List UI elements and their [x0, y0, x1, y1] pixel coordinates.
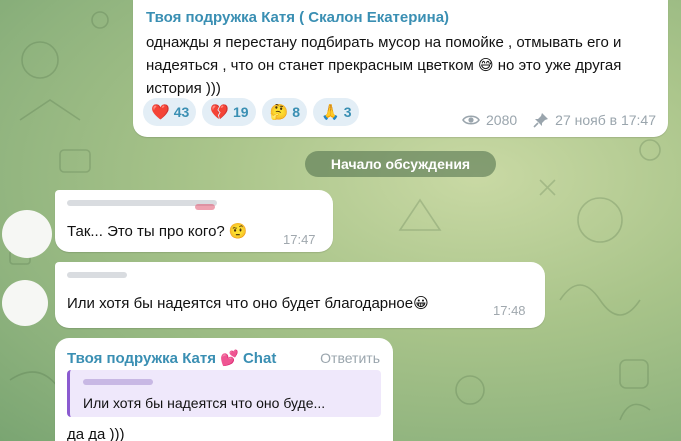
view-count: 2080 [486, 112, 518, 128]
reply-author[interactable]: Твоя подружка Катя 💕 Chat [67, 349, 276, 367]
reaction-folded-hands[interactable]: 🙏 3 [313, 98, 359, 126]
comment-text: Или хотя бы надеятся что оно будет благо… [67, 295, 429, 312]
obscured-author-name [195, 204, 215, 210]
comment-text: Так... Это ты про кого? 🤨 [67, 223, 248, 240]
comment-time: 17:48 [493, 303, 526, 318]
reaction-count: 8 [292, 104, 301, 120]
broken-heart-icon: 💔 [210, 103, 229, 121]
channel-post: Твоя подружка Катя ( Скалон Екатерина) о… [133, 0, 668, 137]
thinking-face-icon: 🤔 [269, 103, 289, 121]
obscured-author-name [67, 272, 127, 278]
reactions-bar: ❤️ 43 💔 19 🤔 8 🙏 3 [143, 98, 359, 126]
post-meta: 2080 27 нояб в 17:47 [462, 112, 656, 128]
folded-hands-icon: 🙏 [321, 103, 340, 121]
post-text: однажды я перестану подбирать мусор на п… [146, 34, 622, 97]
reaction-red-heart[interactable]: ❤️ 43 [143, 98, 197, 126]
red-heart-icon: ❤️ [151, 103, 170, 121]
reaction-broken-heart[interactable]: 💔 19 [202, 98, 256, 126]
reply-button[interactable]: Ответить [320, 350, 380, 366]
avatar[interactable] [2, 210, 52, 258]
reply-text: да да ))) [67, 426, 125, 441]
comment-time: 17:47 [283, 232, 316, 247]
post-date: 27 нояб в 17:47 [555, 112, 656, 128]
comment-bubble: Так... Это ты про кого? 🤨 17:47 [55, 190, 333, 252]
reaction-count: 3 [343, 104, 352, 120]
obscured-quote-author [83, 379, 153, 385]
reply-comment-bubble: Твоя подружка Катя 💕 Chat Ответить Или х… [55, 338, 393, 441]
reaction-count: 19 [232, 104, 249, 120]
quoted-text: Или хотя бы надеятся что оно буде... [83, 395, 326, 411]
comment-bubble: Или хотя бы надеятся что оно будет благо… [55, 262, 545, 328]
pin-icon [533, 113, 549, 128]
avatar[interactable] [2, 280, 48, 326]
reaction-thinking-face[interactable]: 🤔 8 [261, 98, 308, 126]
reaction-count: 43 [173, 104, 190, 120]
eye-icon [462, 115, 480, 125]
quoted-message[interactable]: Или хотя бы надеятся что оно буде... [67, 370, 381, 417]
discussion-start-divider: Начало обсуждения [305, 151, 496, 177]
post-author[interactable]: Твоя подружка Катя ( Скалон Екатерина) [146, 9, 449, 26]
